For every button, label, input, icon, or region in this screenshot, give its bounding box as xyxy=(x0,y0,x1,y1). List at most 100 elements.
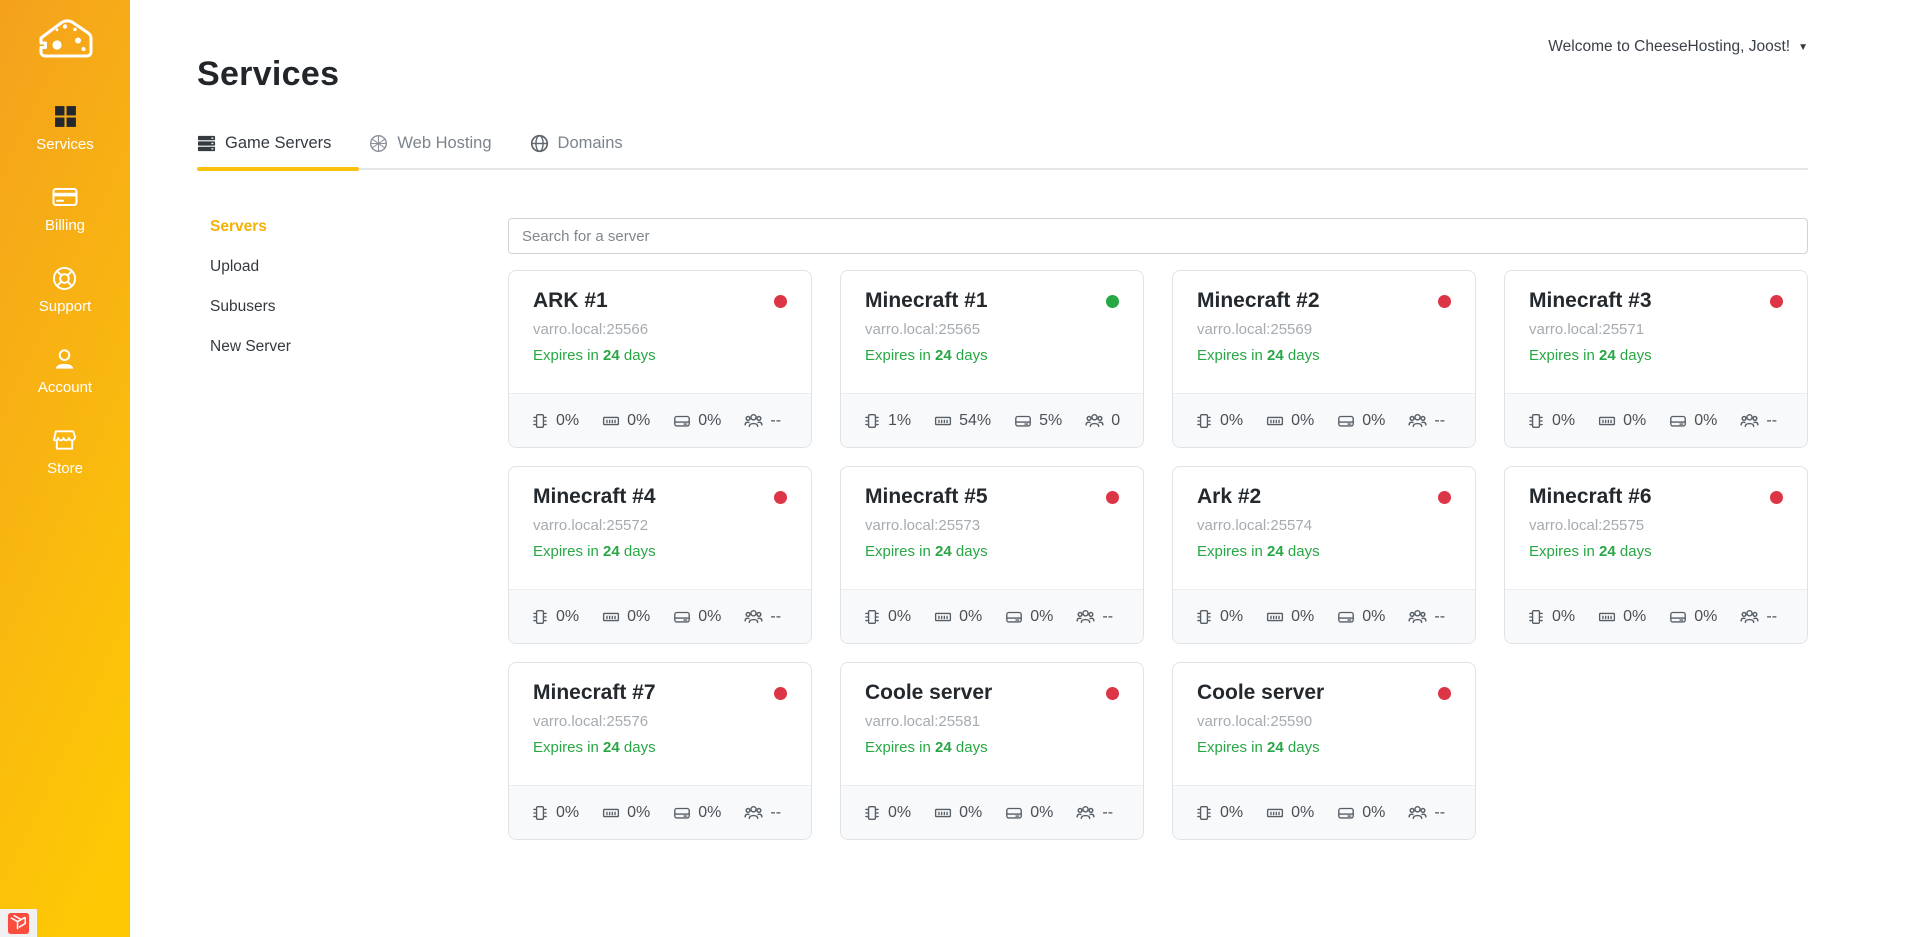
server-name: Minecraft #3 xyxy=(1529,289,1652,313)
server-card[interactable]: Minecraft #6 varro.local:25575 Expires i… xyxy=(1504,466,1808,644)
disk-stat: 0% xyxy=(1005,804,1053,822)
server-card[interactable]: Minecraft #5 varro.local:25573 Expires i… xyxy=(840,466,1144,644)
server-card[interactable]: Minecraft #4 varro.local:25572 Expires i… xyxy=(508,466,812,644)
sidebar-item-label: Services xyxy=(36,136,94,153)
players-icon xyxy=(1085,411,1104,430)
search-input[interactable] xyxy=(508,218,1808,254)
ram-icon xyxy=(602,804,620,822)
ram-icon xyxy=(1598,412,1616,430)
server-address: varro.local:25575 xyxy=(1529,517,1783,534)
status-dot xyxy=(1770,295,1783,308)
cpu-icon xyxy=(863,608,881,626)
chevron-down-icon: ▼ xyxy=(1798,42,1808,53)
tab-label: Domains xyxy=(558,134,623,153)
server-card[interactable]: Minecraft #7 varro.local:25576 Expires i… xyxy=(508,662,812,840)
server-expiry: Expires in 24 days xyxy=(533,347,787,364)
server-address: varro.local:25574 xyxy=(1197,517,1451,534)
ram-icon xyxy=(934,804,952,822)
cpu-icon xyxy=(1195,804,1213,822)
ram-icon xyxy=(934,412,952,430)
status-dot xyxy=(1438,491,1451,504)
server-card[interactable]: Minecraft #3 varro.local:25571 Expires i… xyxy=(1504,270,1808,448)
subnav-item-subusers[interactable]: Subusers xyxy=(210,298,508,338)
ram-stat: 0% xyxy=(934,804,982,822)
server-address: varro.local:25566 xyxy=(533,321,787,338)
sidebar-item-store[interactable]: Store xyxy=(47,426,83,477)
server-stats: 0% 0% xyxy=(1505,589,1807,643)
disk-icon xyxy=(1669,608,1687,626)
players-icon xyxy=(1740,411,1759,430)
sidebar-item-label: Account xyxy=(38,379,92,396)
server-card[interactable]: Minecraft #2 varro.local:25569 Expires i… xyxy=(1172,270,1476,448)
server-card[interactable]: Coole server varro.local:25581 Expires i… xyxy=(840,662,1144,840)
server-name: Coole server xyxy=(1197,681,1324,705)
status-dot xyxy=(774,491,787,504)
status-dot xyxy=(1438,295,1451,308)
cpu-stat: 0% xyxy=(1195,412,1243,430)
server-stats: 0% 0% xyxy=(841,589,1143,643)
server-expiry: Expires in 24 days xyxy=(533,739,787,756)
tab-domains[interactable]: Domains xyxy=(530,120,637,168)
players-stat: -- xyxy=(1408,411,1445,430)
disk-stat: 0% xyxy=(673,608,721,626)
tab-label: Web Hosting xyxy=(397,134,491,153)
status-dot xyxy=(1770,491,1783,504)
cpu-icon xyxy=(1527,608,1545,626)
players-icon xyxy=(1408,607,1427,626)
players-stat: -- xyxy=(1408,803,1445,822)
tab-web-hosting[interactable]: Web Hosting xyxy=(369,120,505,168)
status-dot xyxy=(1438,687,1451,700)
server-expiry: Expires in 24 days xyxy=(1529,347,1783,364)
server-card[interactable]: Minecraft #1 varro.local:25565 Expires i… xyxy=(840,270,1144,448)
server-address: varro.local:25576 xyxy=(533,713,787,730)
ram-stat: 0% xyxy=(602,608,650,626)
cpu-icon xyxy=(1527,412,1545,430)
disk-icon xyxy=(1005,804,1023,822)
server-expiry: Expires in 24 days xyxy=(533,543,787,560)
sidebar-nav: Services Billing xyxy=(36,102,94,507)
disk-icon xyxy=(1337,804,1355,822)
server-stats: 0% 0% xyxy=(509,393,811,447)
ram-stat: 0% xyxy=(602,412,650,430)
sidebar-item-account[interactable]: Account xyxy=(38,345,92,396)
server-name: Minecraft #4 xyxy=(533,485,656,509)
sidebar-item-support[interactable]: Support xyxy=(39,264,92,315)
players-icon xyxy=(1740,607,1759,626)
server-stats: 0% 0% xyxy=(1505,393,1807,447)
cheesehosting-logo[interactable] xyxy=(32,14,98,62)
ram-stat: 0% xyxy=(1266,804,1314,822)
ram-icon xyxy=(602,412,620,430)
lifebuoy-icon xyxy=(52,264,77,292)
server-grid: ARK #1 varro.local:25566 Expires in 24 d… xyxy=(508,270,1808,840)
cpu-icon xyxy=(531,412,549,430)
disk-stat: 0% xyxy=(673,804,721,822)
status-dot xyxy=(1106,687,1119,700)
players-icon xyxy=(744,411,763,430)
server-address: varro.local:25565 xyxy=(865,321,1119,338)
server-name: Coole server xyxy=(865,681,992,705)
server-card[interactable]: ARK #1 varro.local:25566 Expires in 24 d… xyxy=(508,270,812,448)
disk-icon xyxy=(1669,412,1687,430)
server-card[interactable]: Ark #2 varro.local:25574 Expires in 24 d… xyxy=(1172,466,1476,644)
subnav-item-servers[interactable]: Servers xyxy=(210,218,508,258)
ram-stat: 54% xyxy=(934,412,991,430)
subnav-item-new-server[interactable]: New Server xyxy=(210,338,508,378)
server-expiry: Expires in 24 days xyxy=(865,543,1119,560)
account-dropdown[interactable]: Welcome to CheeseHosting, Joost! ▼ xyxy=(1548,38,1808,56)
subnav-item-upload[interactable]: Upload xyxy=(210,258,508,298)
cpu-stat: 0% xyxy=(1195,804,1243,822)
debugbar-toggle[interactable] xyxy=(0,909,37,937)
ram-icon xyxy=(602,608,620,626)
sidebar-item-services[interactable]: Services xyxy=(36,102,94,153)
main-content: Game Servers Web Hosting Domains xyxy=(197,120,1808,840)
sidebar-item-billing[interactable]: Billing xyxy=(45,183,85,234)
server-card[interactable]: Coole server varro.local:25590 Expires i… xyxy=(1172,662,1476,840)
sidebar-item-label: Support xyxy=(39,298,92,315)
grid-icon xyxy=(53,102,78,130)
players-stat: 0 xyxy=(1085,411,1120,430)
laravel-icon xyxy=(7,912,30,935)
ram-stat: 0% xyxy=(1266,412,1314,430)
server-address: varro.local:25571 xyxy=(1529,321,1783,338)
tab-game-servers[interactable]: Game Servers xyxy=(197,120,345,168)
cpu-stat: 0% xyxy=(531,608,579,626)
